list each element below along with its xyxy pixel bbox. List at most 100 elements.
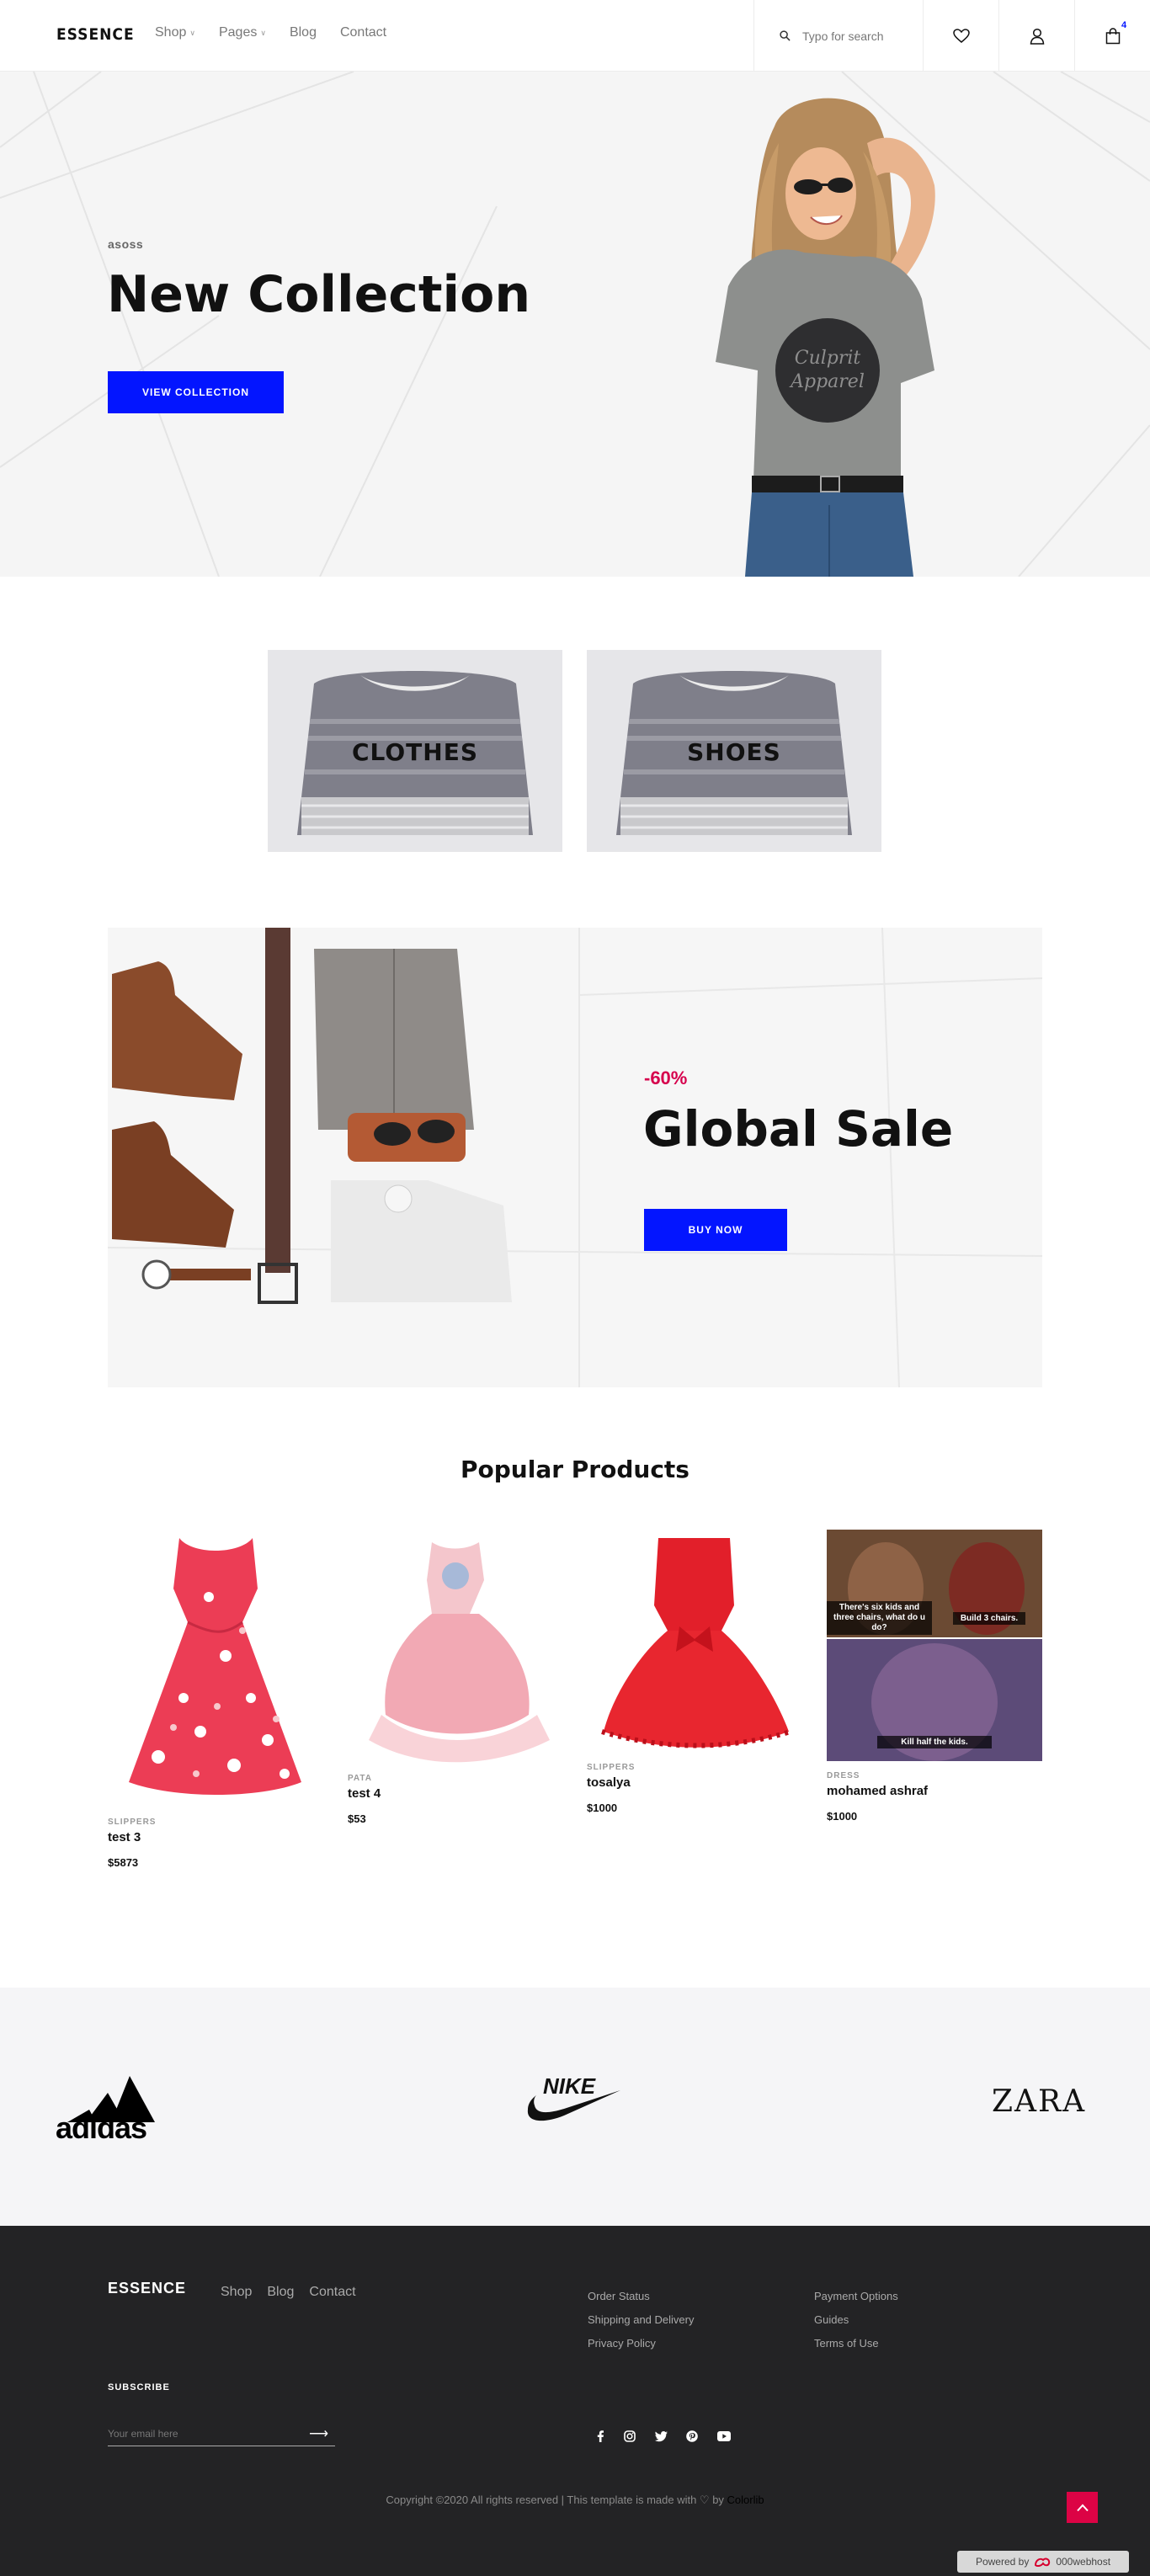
youtube-icon[interactable] — [716, 2428, 732, 2445]
search-box[interactable]: Typo for search — [753, 0, 924, 72]
subscribe-label: SUBSCRIBE — [108, 2382, 170, 2392]
product-card[interactable]: There's six kids and three chairs, what … — [827, 1530, 1042, 1823]
hero-model-image: Culprit Apparel — [716, 98, 935, 577]
meme-caption: Build 3 chairs. — [953, 1612, 1025, 1625]
footer-link-guides[interactable]: Guides — [814, 2308, 898, 2332]
brands-strip: adidas NIKE ZARA — [0, 1988, 1150, 2226]
footer-link-privacy[interactable]: Privacy Policy — [588, 2332, 694, 2355]
footer-link-payment[interactable]: Payment Options — [814, 2285, 898, 2308]
account-button[interactable] — [999, 0, 1075, 72]
cart-icon — [1105, 27, 1121, 44]
webhost-logo-icon — [1035, 2557, 1051, 2567]
site-header: ESSENCE Shop ∨ Pages ∨ Blog Contact Typo f… — [0, 0, 1150, 72]
nav-item-blog[interactable]: Blog — [290, 25, 317, 40]
footer-links-col-1: Order Status Shipping and Delivery Priva… — [588, 2285, 694, 2355]
brand-logo-adidas[interactable]: adidas — [56, 2072, 161, 2148]
buy-now-button[interactable]: BUY NOW — [644, 1209, 787, 1251]
footer-nav: Shop Blog Contact — [221, 2285, 356, 2300]
brand-name: adidas — [56, 2110, 147, 2145]
user-icon — [1030, 28, 1044, 45]
product-price: $1000 — [587, 1802, 618, 1814]
sale-title: Global Sale — [643, 1100, 954, 1158]
product-card[interactable]: SLIPPERS test 3 $5873 — [108, 1530, 323, 1869]
product-name[interactable]: tosalya — [587, 1775, 802, 1790]
copyright-line: Copyright ©2020 All rights reserved | Th… — [0, 2494, 1150, 2507]
powered-by-label: Powered by — [975, 2556, 1030, 2568]
facebook-icon[interactable] — [592, 2428, 609, 2445]
category-label: SHOES — [687, 738, 781, 766]
product-image[interactable] — [587, 1530, 802, 1753]
chevron-up-icon — [1076, 2504, 1089, 2511]
footer-links-col-2: Payment Options Guides Terms of Use — [814, 2285, 898, 2355]
popular-products-title: Popular Products — [461, 1456, 689, 1483]
footer-link-terms[interactable]: Terms of Use — [814, 2332, 898, 2355]
cart-count-badge: 4 — [1121, 20, 1127, 30]
colorlib-link[interactable]: Colorlib — [727, 2494, 764, 2506]
pink-ballgown-image — [348, 1530, 563, 1764]
main-nav: Shop ∨ Pages ∨ Blog Contact — [155, 25, 386, 40]
product-name[interactable]: mohamed ashraf — [827, 1784, 1042, 1798]
product-name[interactable]: test 4 — [348, 1786, 563, 1801]
heart-icon — [952, 28, 970, 43]
powered-by-badge[interactable]: Powered by 000webhost — [957, 2551, 1129, 2573]
site-footer: ESSENCE Shop Blog Contact Order Status S… — [0, 2226, 1150, 2576]
footer-logo[interactable]: ESSENCE — [108, 2280, 186, 2297]
cart-button[interactable]: 4 — [1075, 0, 1150, 72]
hero-title: New Collection — [107, 265, 531, 324]
red-lace-dress-image — [587, 1530, 802, 1753]
copyright-text: Copyright ©2020 All rights reserved | Th… — [386, 2494, 724, 2506]
hero-banner: asoss New Collection VIEW COLLECTION Cul… — [0, 72, 1150, 577]
footer-link-contact[interactable]: Contact — [309, 2285, 355, 2300]
category-label: CLOTHES — [351, 738, 479, 766]
meme-image — [827, 1530, 1042, 1761]
product-image[interactable] — [108, 1530, 323, 1807]
global-sale-banner: -60% Global Sale BUY NOW — [108, 928, 1042, 1387]
footer-link-order-status[interactable]: Order Status — [588, 2285, 694, 2308]
email-placeholder[interactable]: Your email here — [108, 2428, 178, 2440]
svg-text:Apparel: Apparel — [789, 371, 865, 392]
site-logo[interactable]: ESSENCE — [56, 25, 135, 44]
webhost-brand: 000webhost — [1056, 2556, 1111, 2568]
nav-item-contact[interactable]: Contact — [340, 25, 386, 40]
product-card[interactable]: SLIPPERS tosalya $1000 — [587, 1530, 802, 1814]
product-card[interactable]: PATA test 4 $53 — [348, 1530, 563, 1825]
product-category: SLIPPERS — [587, 1763, 636, 1772]
product-name[interactable]: test 3 — [108, 1830, 323, 1844]
nav-label: Shop — [155, 25, 187, 40]
back-to-top-button[interactable] — [1067, 2492, 1098, 2523]
nav-item-pages[interactable]: Pages ∨ — [219, 25, 266, 40]
category-card-shoes[interactable]: SHOES — [587, 650, 881, 852]
twitter-icon[interactable] — [652, 2428, 669, 2445]
search-input[interactable]: Typo for search — [802, 29, 884, 43]
brand-logo-zara[interactable]: ZARA — [992, 2084, 1086, 2119]
product-price: $5873 — [108, 1856, 139, 1869]
sale-discount: -60% — [644, 1067, 688, 1088]
chevron-down-icon: ∨ — [260, 28, 266, 37]
brand-logo-nike[interactable]: NIKE — [526, 2072, 623, 2131]
meme-caption: There's six kids and three chairs, what … — [827, 1601, 932, 1635]
nike-swoosh-icon — [527, 2090, 620, 2121]
footer-link-shipping[interactable]: Shipping and Delivery — [588, 2308, 694, 2332]
product-image[interactable]: There's six kids and three chairs, what … — [827, 1530, 1042, 1761]
product-price: $53 — [348, 1812, 366, 1825]
product-price: $1000 — [827, 1810, 858, 1823]
arrow-right-icon[interactable]: ⟶ — [309, 2425, 328, 2442]
product-category: SLIPPERS — [108, 1818, 157, 1827]
email-field[interactable]: Your email here ⟶ — [108, 2421, 335, 2446]
product-category: PATA — [348, 1774, 372, 1783]
product-category: DRESS — [827, 1771, 860, 1780]
pinterest-icon[interactable] — [684, 2428, 700, 2445]
footer-link-shop[interactable]: Shop — [221, 2285, 252, 2300]
hero-subtitle: asoss — [108, 237, 144, 251]
view-collection-button[interactable]: VIEW COLLECTION — [108, 371, 284, 413]
nav-item-shop[interactable]: Shop ∨ — [155, 25, 195, 40]
footer-link-blog[interactable]: Blog — [267, 2285, 294, 2300]
product-image[interactable] — [348, 1530, 563, 1764]
nav-label: Pages — [218, 25, 258, 40]
search-icon[interactable] — [780, 30, 791, 41]
meme-caption: Kill half the kids. — [877, 1736, 992, 1748]
red-floral-dress-image — [108, 1530, 323, 1807]
instagram-icon[interactable] — [621, 2428, 638, 2445]
category-card-clothes[interactable]: CLOTHES — [268, 650, 562, 852]
wishlist-button[interactable] — [924, 0, 999, 72]
